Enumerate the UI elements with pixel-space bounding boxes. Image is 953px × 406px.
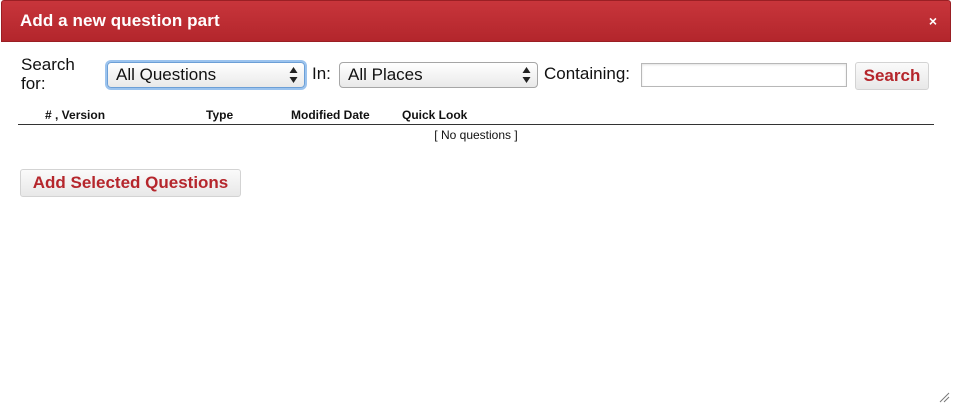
search-for-label: Search for: (21, 55, 75, 93)
select-arrows-icon (289, 67, 298, 83)
search-button[interactable]: Search (855, 62, 929, 90)
add-selected-questions-button[interactable]: Add Selected Questions (20, 169, 241, 197)
dialog-title: Add a new question part (20, 11, 220, 30)
close-icon[interactable]: × (926, 14, 940, 28)
column-header-quick-look[interactable]: Quick Look (402, 108, 467, 122)
add-question-part-dialog: Add a new question part × Search for: Al… (0, 0, 953, 406)
place-select-value: All Places (348, 65, 423, 84)
resize-grip-icon[interactable] (938, 391, 950, 403)
column-header-type[interactable]: Type (206, 108, 233, 122)
empty-results-message: [ No questions ] (434, 128, 518, 142)
question-type-select[interactable]: All Questions (107, 62, 305, 88)
in-label: In: (312, 64, 331, 83)
column-header-modified-date[interactable]: Modified Date (291, 108, 370, 122)
dialog-titlebar[interactable]: Add a new question part × (1, 0, 951, 42)
question-type-select-value: All Questions (116, 65, 217, 84)
containing-input[interactable] (641, 63, 847, 87)
containing-label: Containing: (544, 64, 631, 83)
table-header-divider (18, 124, 934, 125)
select-arrows-icon (522, 67, 531, 83)
column-header-version[interactable]: # , Version (45, 108, 105, 122)
place-select[interactable]: All Places (339, 62, 538, 88)
